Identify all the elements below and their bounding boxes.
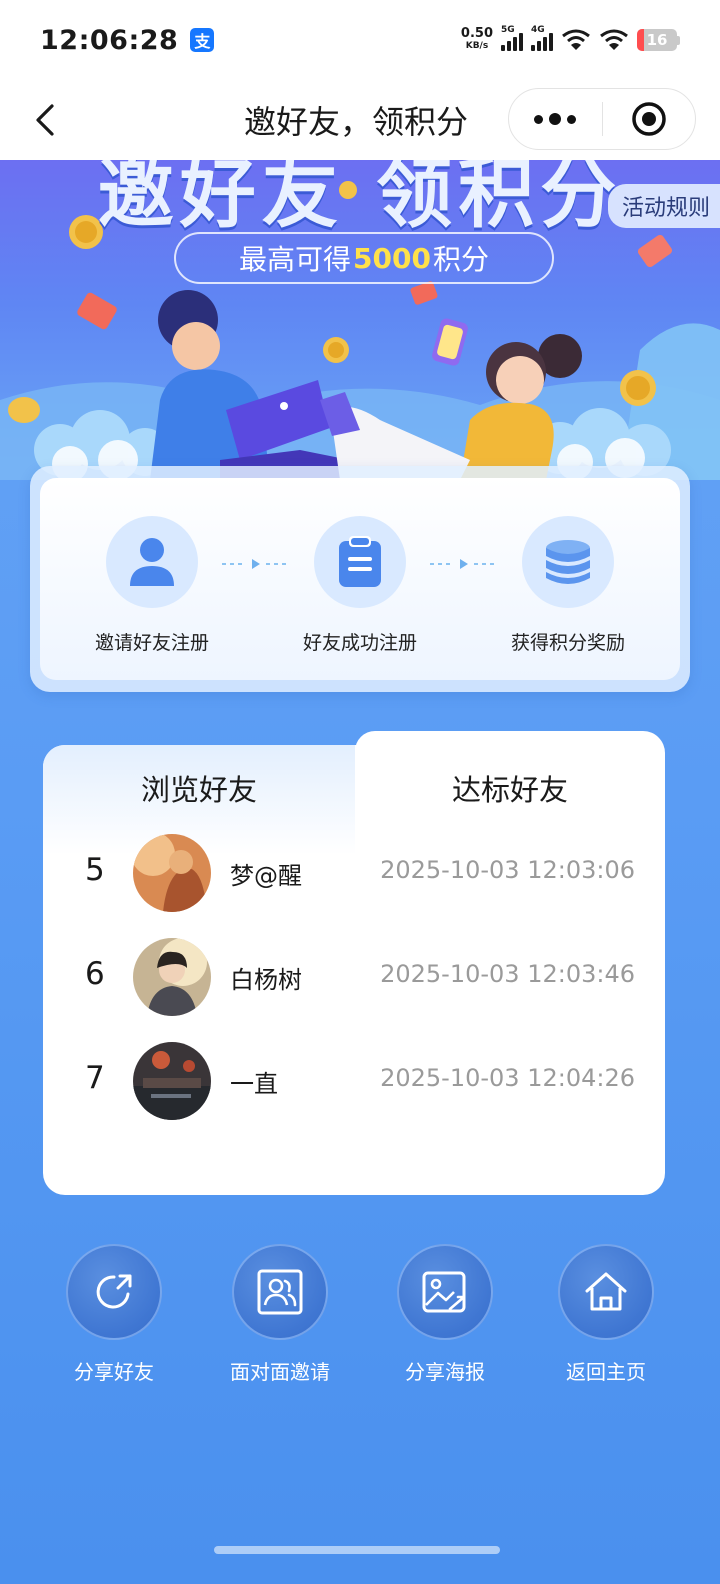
wifi-icon-2 <box>600 29 628 50</box>
share-poster-button[interactable]: 分享海报 <box>370 1244 520 1385</box>
max-suffix: 积分 <box>432 243 489 276</box>
wifi-icon <box>562 29 590 50</box>
max-prefix: 最高可得 <box>239 243 352 276</box>
friend-row: 7 一直 2025-10-03 12:04:26 <box>43 1042 665 1122</box>
contact-card-icon <box>232 1244 328 1340</box>
nav-bar: 邀好友，领积分 <box>0 80 720 160</box>
network-speed-value: 0.50 <box>460 26 493 41</box>
avatar <box>133 1042 211 1120</box>
sim1-label: 5G <box>501 25 515 35</box>
poster-image-icon <box>397 1244 493 1340</box>
status-indicators: 0.50 KB/s 5G 4G 16 <box>460 25 680 52</box>
action-label: 分享好友 <box>74 1360 154 1384</box>
step-register: 好友成功注册 <box>260 516 460 655</box>
battery-icon: 16 <box>637 29 677 51</box>
friend-row: 6 白杨树 2025-10-03 12:03:46 <box>43 938 665 1018</box>
action-label: 返回主页 <box>566 1360 646 1384</box>
friend-rank: 6 <box>85 956 105 992</box>
user-icon <box>106 516 198 608</box>
friend-rank: 5 <box>85 852 105 888</box>
home-icon <box>558 1244 654 1340</box>
back-home-button[interactable]: 返回主页 <box>531 1244 681 1385</box>
friend-time: 2025-10-03 12:03:06 <box>380 856 635 884</box>
step-reward: 获得积分奖励 <box>468 516 668 655</box>
sim2-label: 4G <box>531 25 545 35</box>
action-label: 分享海报 <box>405 1360 485 1384</box>
friend-name: 梦@醒 <box>230 862 302 890</box>
friend-name: 白杨树 <box>230 966 302 994</box>
step-invite: 邀请好友注册 <box>52 516 252 655</box>
hero-banner: 邀好友 领积分 活动规则 最高可得 5000 积分 <box>0 160 720 480</box>
max-points-pill: 最高可得 5000 积分 <box>174 232 554 284</box>
home-indicator[interactable] <box>214 1546 500 1554</box>
status-bar: 12:06:28 支 0.50 KB/s 5G 4G 16 <box>0 0 720 80</box>
signal-icon-sim2: 4G <box>531 25 553 51</box>
share-icon <box>66 1244 162 1340</box>
avatar <box>133 938 211 1016</box>
friend-row: 5 梦@醒 2025-10-03 12:03:06 <box>43 834 665 914</box>
step-label: 获得积分奖励 <box>510 632 625 654</box>
share-friends-button[interactable]: 分享好友 <box>39 1244 189 1385</box>
friend-time: 2025-10-03 12:04:26 <box>380 1064 635 1092</box>
coin-stack-icon <box>522 516 614 608</box>
activity-rules-button[interactable]: 活动规则 <box>607 184 720 228</box>
face-to-face-invite-button[interactable]: 面对面邀请 <box>205 1244 355 1385</box>
network-speed: 0.50 KB/s <box>460 26 493 52</box>
friend-rank: 7 <box>85 1060 105 1096</box>
status-time: 12:06:28 <box>40 24 179 56</box>
network-speed-unit: KB/s <box>465 41 489 51</box>
step-label: 邀请好友注册 <box>94 632 209 654</box>
action-label: 面对面邀请 <box>230 1360 330 1384</box>
battery-level: 16 <box>646 31 668 49</box>
step-label: 好友成功注册 <box>302 632 417 654</box>
mini-program-capsule <box>508 88 696 150</box>
clipboard-icon <box>314 516 406 608</box>
alipay-icon: 支 <box>190 28 215 52</box>
avatar <box>133 834 211 912</box>
more-dots-icon[interactable] <box>509 113 602 125</box>
signal-icon-sim1: 5G <box>501 25 523 51</box>
max-amount: 5000 <box>353 241 431 275</box>
friend-name: 一直 <box>230 1070 278 1098</box>
target-circle-icon[interactable] <box>603 101 696 137</box>
friend-time: 2025-10-03 12:03:46 <box>380 960 635 988</box>
